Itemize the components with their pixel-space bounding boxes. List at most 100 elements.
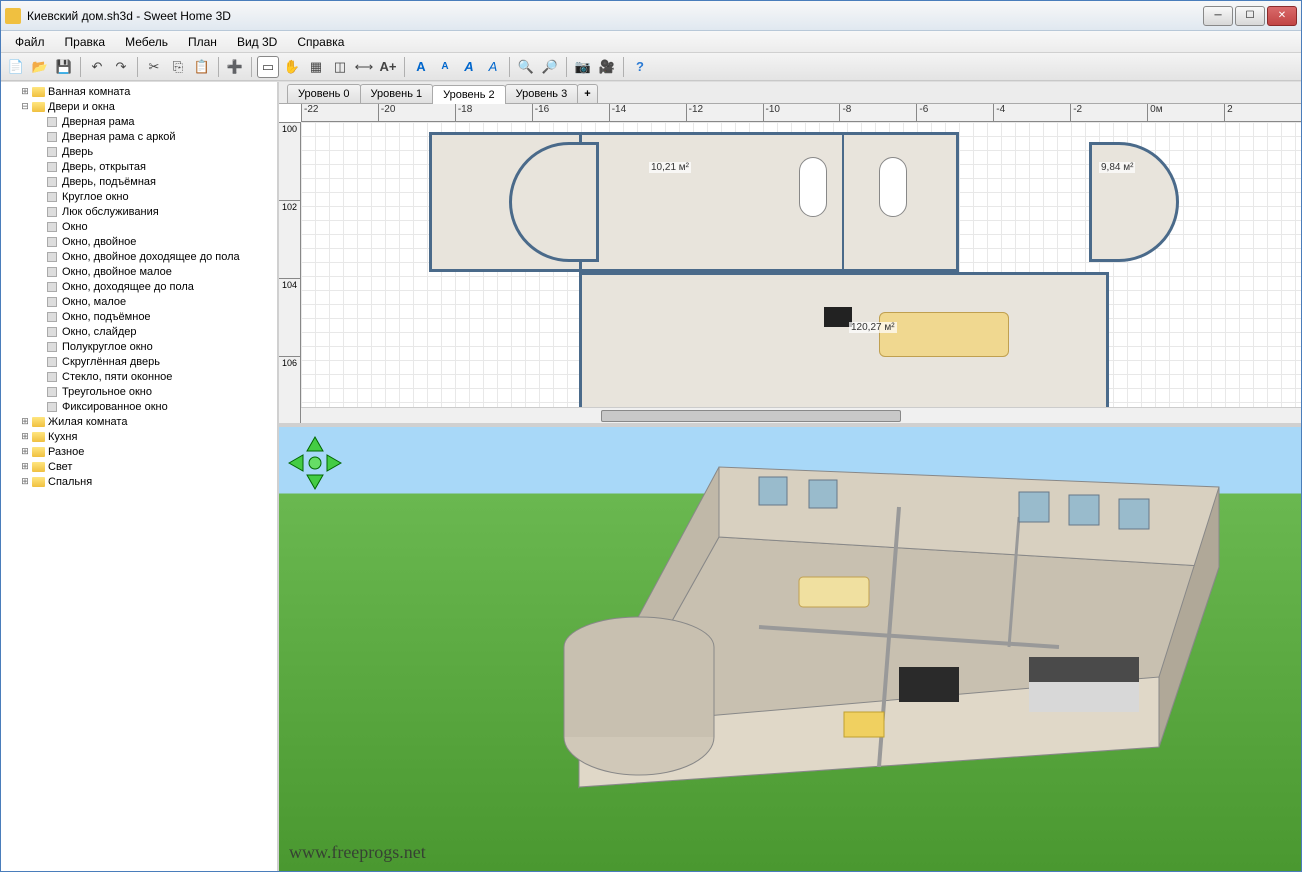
wall-icon[interactable]: ▦ — [305, 56, 327, 78]
menu-file[interactable]: Файл — [7, 33, 53, 51]
tree-category[interactable]: ⊞Свет — [1, 459, 277, 474]
room-area-label: 9,84 м² — [1099, 162, 1135, 173]
paste-icon[interactable]: 📋 — [191, 56, 213, 78]
tree-item[interactable]: Фиксированное окно — [1, 399, 277, 414]
cut-icon[interactable]: ✂ — [143, 56, 165, 78]
bathtub-icon[interactable] — [799, 157, 827, 217]
close-button[interactable]: ✕ — [1267, 6, 1297, 26]
copy-icon[interactable]: ⎘ — [167, 56, 189, 78]
open-icon[interactable]: 📂 — [29, 56, 51, 78]
furniture-catalog[interactable]: ⊞Ванная комната⊟Двери и окнаДверная рама… — [1, 82, 279, 871]
floorplan[interactable]: 10,21 м² 9,84 м² 120,27 м² — [429, 132, 1189, 422]
redo-icon[interactable]: ↷ — [110, 56, 132, 78]
ruler-horizontal: -22-20-18-16-14-12-10-8-6-4-20м2 — [301, 104, 1301, 122]
item-label: Дверная рама с аркой — [62, 131, 176, 143]
expand-toggle-icon[interactable]: ⊞ — [19, 431, 31, 442]
tree-item[interactable]: Люк обслуживания — [1, 204, 277, 219]
tree-item[interactable]: Треугольное окно — [1, 384, 277, 399]
level-tab[interactable]: Уровень 3 — [505, 84, 579, 103]
add-furniture-icon[interactable]: ➕ — [224, 56, 246, 78]
tree-item[interactable]: Круглое окно — [1, 189, 277, 204]
category-label: Жилая комната — [48, 416, 127, 428]
item-label: Окно, доходящее до пола — [62, 281, 194, 293]
ruler-tick: -2 — [1070, 104, 1147, 121]
tree-item[interactable]: Окно, двойное доходящее до пола — [1, 249, 277, 264]
app-icon — [5, 8, 21, 24]
category-label: Спальня — [48, 476, 92, 488]
titlebar: Киевский дом.sh3d - Sweet Home 3D ─ ☐ ✕ — [1, 1, 1301, 31]
bold-icon[interactable]: A — [458, 56, 480, 78]
text-size-up-icon[interactable]: A — [410, 56, 432, 78]
menu-edit[interactable]: Правка — [57, 33, 114, 51]
tree-category[interactable]: ⊞Разное — [1, 444, 277, 459]
select-icon[interactable]: ▭ — [257, 56, 279, 78]
scrollbar-horizontal[interactable] — [301, 407, 1301, 423]
menu-help[interactable]: Справка — [289, 33, 352, 51]
room-icon[interactable]: ◫ — [329, 56, 351, 78]
tree-item[interactable]: Дверь — [1, 144, 277, 159]
menu-plan[interactable]: План — [180, 33, 225, 51]
tree-item[interactable]: Полукруглое окно — [1, 339, 277, 354]
sofa-icon[interactable] — [879, 312, 1009, 357]
undo-icon[interactable]: ↶ — [86, 56, 108, 78]
level-tab[interactable]: Уровень 0 — [287, 84, 361, 103]
tree-item[interactable]: Стекло, пяти оконное — [1, 369, 277, 384]
tree-category[interactable]: ⊟Двери и окна — [1, 99, 277, 114]
text-icon[interactable]: A+ — [377, 56, 399, 78]
tree-item[interactable]: Окно, подъёмное — [1, 309, 277, 324]
zoom-out-icon[interactable]: 🔎 — [539, 56, 561, 78]
item-label: Дверь — [62, 146, 93, 158]
expand-toggle-icon[interactable]: ⊞ — [19, 446, 31, 457]
maximize-button[interactable]: ☐ — [1235, 6, 1265, 26]
tree-item[interactable]: Дверная рама с аркой — [1, 129, 277, 144]
level-tab[interactable]: Уровень 2 — [432, 85, 506, 104]
scroll-thumb[interactable] — [601, 410, 901, 422]
tree-item[interactable]: Скруглённая дверь — [1, 354, 277, 369]
menu-furniture[interactable]: Мебель — [117, 33, 176, 51]
tree-item[interactable]: Дверь, подъёмная — [1, 174, 277, 189]
tree-item[interactable]: Окно, малое — [1, 294, 277, 309]
tree-item[interactable]: Дверь, открытая — [1, 159, 277, 174]
tree-item[interactable]: Окно, двойное малое — [1, 264, 277, 279]
new-icon[interactable]: 📄 — [5, 56, 27, 78]
house-3d-model[interactable] — [459, 447, 1259, 827]
tree-category[interactable]: ⊞ Спальня — [1, 474, 277, 489]
video-icon[interactable]: 🎥 — [596, 56, 618, 78]
minimize-button[interactable]: ─ — [1203, 6, 1233, 26]
dimension-icon[interactable]: ⟷ — [353, 56, 375, 78]
save-icon[interactable]: 💾 — [53, 56, 75, 78]
level-tab[interactable]: Уровень 1 — [360, 84, 434, 103]
ruler-tick: -18 — [455, 104, 532, 121]
tree-category[interactable]: ⊞Кухня — [1, 429, 277, 444]
tv-icon[interactable] — [824, 307, 852, 327]
menu-3dview[interactable]: Вид 3D — [229, 33, 285, 51]
expand-toggle-icon[interactable]: ⊞ — [19, 86, 31, 97]
italic-icon[interactable]: A — [482, 56, 504, 78]
view-3d[interactable]: www.freeprogs.net — [279, 427, 1301, 871]
tree-category[interactable]: ⊞ Ванная комната — [1, 84, 277, 99]
add-level-button[interactable]: + — [577, 84, 597, 103]
tree-category[interactable]: ⊞ Жилая комната — [1, 414, 277, 429]
pan-icon[interactable]: ✋ — [281, 56, 303, 78]
ruler-tick: -4 — [993, 104, 1070, 121]
navigation-compass[interactable] — [287, 435, 343, 491]
app-window: Киевский дом.sh3d - Sweet Home 3D ─ ☐ ✕ … — [0, 0, 1302, 872]
expand-toggle-icon[interactable]: ⊞ — [19, 476, 31, 487]
tree-item[interactable]: Окно, доходящее до пола — [1, 279, 277, 294]
tree-item[interactable]: Окно — [1, 219, 277, 234]
help-icon[interactable]: ? — [629, 56, 651, 78]
item-label: Треугольное окно — [62, 386, 152, 398]
item-label: Дверь, открытая — [62, 161, 146, 173]
tree-item[interactable]: Окно, слайдер — [1, 324, 277, 339]
expand-toggle-icon[interactable]: ⊟ — [19, 101, 31, 112]
bathtub-icon[interactable] — [879, 157, 907, 217]
tree-item[interactable]: Окно, двойное — [1, 234, 277, 249]
expand-toggle-icon[interactable]: ⊞ — [19, 461, 31, 472]
text-size-down-icon[interactable]: A — [434, 56, 456, 78]
tree-item[interactable]: Дверная рама — [1, 114, 277, 129]
category-label: Ванная комната — [48, 86, 130, 98]
photo-icon[interactable]: 📷 — [572, 56, 594, 78]
plan-canvas[interactable]: -22-20-18-16-14-12-10-8-6-4-20м2 1001021… — [279, 104, 1301, 423]
zoom-in-icon[interactable]: 🔍 — [515, 56, 537, 78]
expand-toggle-icon[interactable]: ⊞ — [19, 416, 31, 427]
